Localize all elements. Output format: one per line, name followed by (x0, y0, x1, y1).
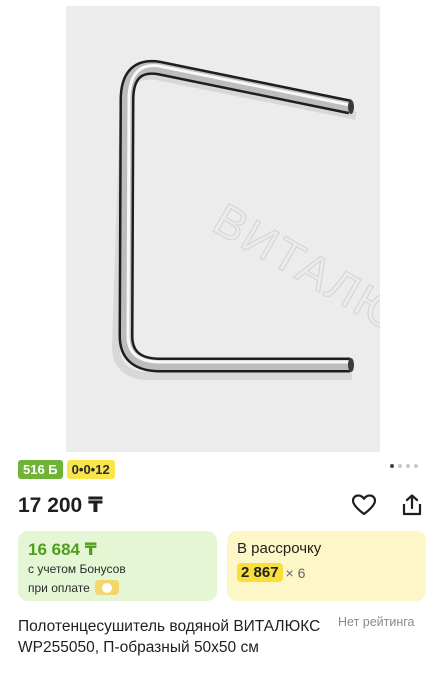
installment-badge: 0•0•12 (66, 460, 115, 479)
product-title: Полотенцесушитель водяной ВИТАЛЮКС WP255… (18, 618, 321, 656)
bonus-price-card[interactable]: 16 684 ₸ с учетом Бонусов при оплате (18, 531, 217, 601)
wallet-icon (94, 580, 119, 595)
installment-amount-row: 2 867 × 6 (237, 563, 305, 582)
share-button[interactable] (398, 491, 426, 519)
pagination-dot[interactable] (414, 464, 418, 468)
bonus-badge: 516 Б (18, 460, 63, 479)
product-price: 17 200 ₸ (18, 494, 103, 517)
pagination-dot[interactable] (390, 464, 394, 468)
gallery-pagination[interactable] (390, 464, 418, 468)
bonus-caption: с учетом Бонусов (28, 562, 126, 576)
watermark: ВИТАЛЮКС (205, 193, 380, 375)
installment-months: × 6 (285, 564, 306, 581)
bonus-price: 16 684 ₸ (28, 540, 97, 559)
favorite-button[interactable] (350, 491, 378, 519)
bonus-payment-note: при оплате (28, 580, 119, 595)
badges-row: 516 Б 0•0•12 (18, 460, 115, 479)
heart-icon (352, 494, 376, 516)
product-photo[interactable]: ВИТАЛЮКС (66, 6, 380, 452)
pagination-dot[interactable] (406, 464, 410, 468)
installment-label: В рассрочку (237, 540, 322, 557)
installment-card[interactable]: В рассрочку 2 867 × 6 (227, 531, 426, 601)
rating-status[interactable]: Нет рейтинга (338, 615, 415, 629)
payment-caption: при оплате (28, 580, 90, 595)
product-gallery[interactable]: ВИТАЛЮКС (0, 0, 445, 455)
installment-monthly: 2 867 (237, 563, 283, 582)
share-icon (402, 494, 422, 516)
pagination-dot[interactable] (398, 464, 402, 468)
